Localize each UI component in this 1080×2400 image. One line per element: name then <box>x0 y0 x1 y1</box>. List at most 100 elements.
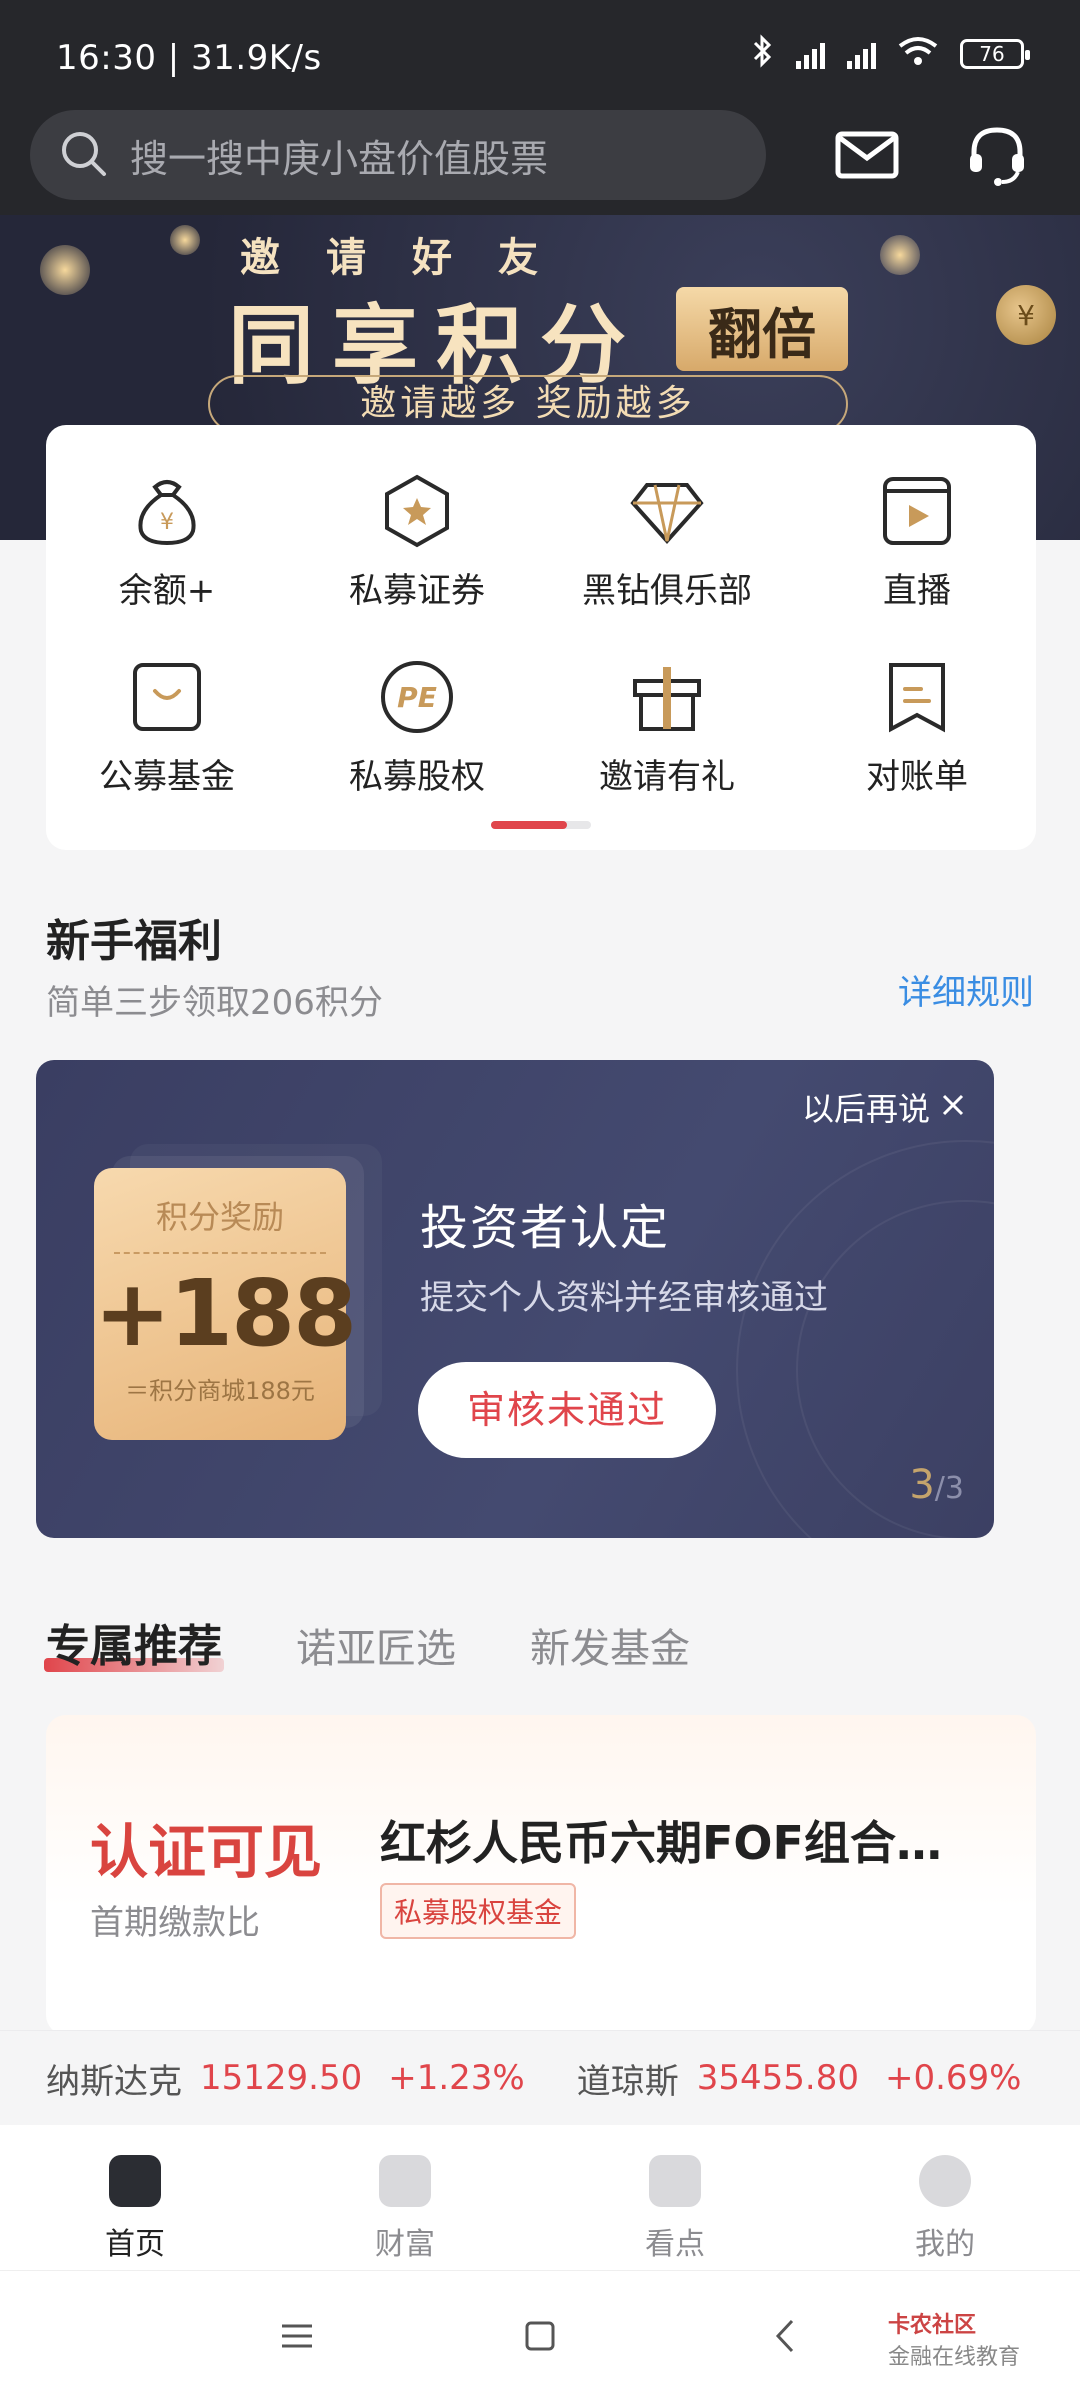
newbie-title: 新手福利 <box>46 916 222 967</box>
diamond-icon <box>627 471 707 551</box>
fund-value-label: 首期缴款比 <box>90 1903 260 1943</box>
svg-text:PE: PE <box>397 681 437 714</box>
grid-item-live[interactable]: 直播 <box>817 471 1017 612</box>
detail-rules-link[interactable]: 详细规则 <box>898 965 1034 1014</box>
pe-circle-icon: PE <box>377 657 457 737</box>
nav-home[interactable]: 首页 <box>0 2125 270 2270</box>
grid-label: 邀请有礼 <box>599 757 735 797</box>
system-nav-bar: 卡农社区金融在线教育 <box>0 2270 1080 2400</box>
smile-bag-icon <box>127 657 207 737</box>
home-square-icon[interactable] <box>515 2311 565 2361</box>
watermark-brand: 卡农社区 <box>887 2313 976 2338</box>
fund-value: 认证可见 <box>90 1818 323 1886</box>
nav-wealth[interactable]: 财富 <box>270 2125 540 2270</box>
svg-text:¥: ¥ <box>160 510 174 535</box>
mail-icon[interactable] <box>832 120 902 190</box>
grid-item-statement[interactable]: 对账单 <box>817 657 1017 798</box>
ticket-value: +188 <box>94 1260 357 1367</box>
grid-label: 私募证券 <box>349 571 485 611</box>
wifi-icon <box>898 36 938 72</box>
nav-label: 我的 <box>915 2227 975 2262</box>
watermark: 卡农社区金融在线教育 <box>888 2307 1020 2371</box>
grid-label: 私募股权 <box>349 757 485 797</box>
promo-desc: 提交个人资料并经审核通过 <box>420 1278 828 1318</box>
grid-item-balance[interactable]: ¥ 余额+ <box>67 471 267 612</box>
later-label: 以后再说 <box>801 1090 930 1128</box>
tab-exclusive[interactable]: 专属推荐 <box>44 1610 224 1674</box>
market-ticker[interactable]: 纳斯达克 15129.50 +1.23% 道琼斯 35455.80 +0.69% <box>0 2030 1080 2125</box>
ticker-name: 道琼斯 <box>576 2061 679 2102</box>
battery-icon: 76 <box>960 39 1030 69</box>
ticker-change: +0.69% <box>884 2058 1022 2098</box>
fund-card[interactable]: 认证可见 首期缴款比 红杉人民币六期FOF组合… 私募股权基金 <box>46 1715 1036 2035</box>
pager-total: /3 <box>934 1471 964 1506</box>
home-icon <box>109 2155 161 2207</box>
signal-icon-2 <box>847 39 876 69</box>
nav-label: 看点 <box>645 2227 705 2262</box>
ticker-change: +1.23% <box>388 2058 525 2098</box>
grid-item-public-fund[interactable]: 公募基金 <box>67 657 267 798</box>
money-bag-icon: ¥ <box>127 471 207 551</box>
back-icon[interactable] <box>762 2311 812 2361</box>
fund-name: 红杉人民币六期FOF组合… <box>380 1816 942 1870</box>
grid-label: 黑钻俱乐部 <box>582 571 752 611</box>
coin-icon: ¥ <box>996 285 1056 345</box>
signal-icon <box>796 39 825 69</box>
newbie-subtitle: 简单三步领取206积分 <box>46 983 383 1023</box>
watermark-sub: 金融在线教育 <box>887 2345 1020 2370</box>
promo-pager: 3/3 <box>909 1462 964 1508</box>
grid-pager <box>491 821 591 829</box>
ticker-price: 35455.80 <box>696 2058 859 2098</box>
bookmark-icon <box>877 657 957 737</box>
search-icon <box>58 128 108 182</box>
grid-label: 对账单 <box>866 757 968 797</box>
nav-mine[interactable]: 我的 <box>810 2125 1080 2270</box>
review-status-button[interactable]: 审核未通过 <box>418 1362 716 1458</box>
gift-icon <box>627 657 707 737</box>
star-hexagon-icon <box>377 471 457 551</box>
tab-new-funds[interactable]: 新发基金 <box>530 1616 690 1674</box>
bottom-nav: 首页 财富 看点 我的 <box>0 2125 1080 2270</box>
ticket-note: ＝积分商城188元 <box>125 1377 315 1405</box>
fund-tag: 私募股权基金 <box>380 1883 577 1939</box>
points-ticket: 积分奖励 +188 ＝积分商城188元 <box>94 1168 357 1440</box>
investor-promo-card[interactable]: 以后再说 积分奖励 +188 ＝积分商城188元 投资者认定 提交个人资料并经审… <box>36 1060 994 1538</box>
later-button[interactable]: 以后再说 <box>802 1084 966 1130</box>
nav-label: 首页 <box>105 2227 165 2262</box>
grid-item-private-equity[interactable]: PE 私募股权 <box>317 657 517 798</box>
status-indicators: 76 <box>752 34 1030 74</box>
customer-service-icon[interactable] <box>962 120 1032 190</box>
ticket-divider <box>114 1252 326 1254</box>
recommend-tabs: 专属推荐 诺亚匠选 新发基金 <box>44 1610 690 1674</box>
ticker-price: 15129.50 <box>200 2058 363 2098</box>
pager-current: 3 <box>909 1462 935 1508</box>
close-icon <box>940 1088 966 1126</box>
tab-noah-selected[interactable]: 诺亚匠选 <box>296 1616 456 1674</box>
bokeh-light <box>40 245 90 295</box>
grid-item-private-securities[interactable]: 私募证券 <box>317 471 517 612</box>
grid-label: 公募基金 <box>99 757 235 797</box>
grid-label: 余额+ <box>118 571 216 611</box>
ticker-name: 纳斯达克 <box>46 2061 182 2102</box>
grid-label: 直播 <box>883 571 951 611</box>
profile-icon <box>919 2155 971 2207</box>
quick-entry-grid: ¥ 余额+ 私募证券 黑钻俱乐部 直播 公募基金 PE 私募股权 邀请有礼 对账… <box>46 425 1036 850</box>
grid-item-invite-gift[interactable]: 邀请有礼 <box>567 657 767 798</box>
banner-badge: 翻倍 <box>676 287 848 371</box>
article-icon <box>649 2155 701 2207</box>
search-input[interactable]: 搜一搜中庚小盘价值股票 <box>30 110 766 200</box>
ticket-title: 积分奖励 <box>155 1198 284 1236</box>
top-bar: 16:30 | 31.9K/s 76 搜一搜中庚小盘价值股票 <box>0 0 1080 215</box>
status-time-speed: 16:30 | 31.9K/s <box>56 38 322 78</box>
nav-label: 财富 <box>375 2227 435 2262</box>
menu-icon[interactable] <box>272 2311 322 2361</box>
play-screen-icon <box>877 471 957 551</box>
bluetooth-icon <box>752 34 774 74</box>
bokeh-light <box>880 235 920 275</box>
promo-title: 投资者认定 <box>420 1200 671 1256</box>
search-placeholder: 搜一搜中庚小盘价值股票 <box>130 136 549 181</box>
nav-insights[interactable]: 看点 <box>540 2125 810 2270</box>
bokeh-light <box>170 225 200 255</box>
grid-item-black-diamond[interactable]: 黑钻俱乐部 <box>567 471 767 612</box>
chart-trend-icon <box>379 2155 431 2207</box>
